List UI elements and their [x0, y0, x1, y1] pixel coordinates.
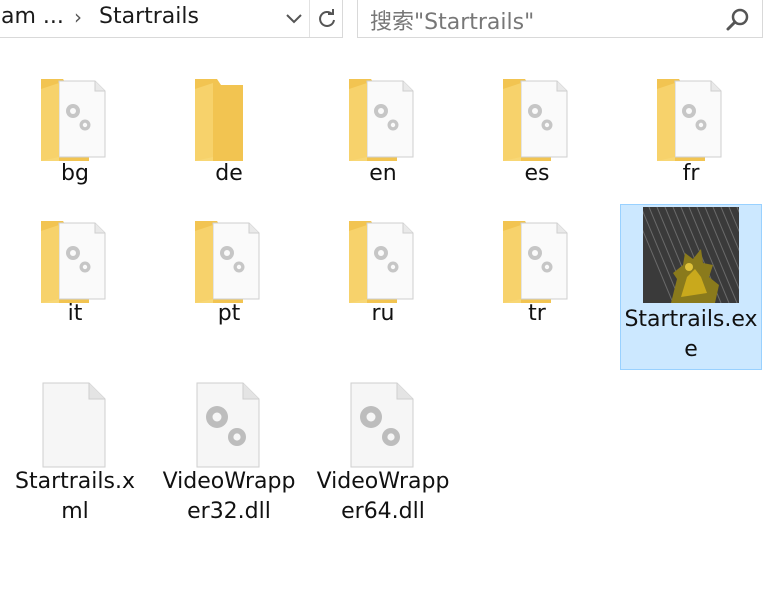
chevron-down-icon — [286, 13, 302, 23]
item-icon — [37, 215, 113, 311]
folder-icon — [195, 79, 243, 161]
item-label: tr — [528, 301, 546, 326]
item-label: en — [369, 161, 397, 186]
refresh-icon — [318, 8, 335, 27]
search-input[interactable]: 搜索"Startrails" — [357, 0, 763, 38]
grid-item[interactable]: es — [466, 68, 608, 188]
address-dropdown-button[interactable] — [280, 0, 308, 37]
breadcrumb-current[interactable]: Startrails — [99, 4, 199, 29]
folder-with-file-icon — [657, 79, 722, 161]
grid-item[interactable]: it — [4, 210, 146, 330]
item-label: pt — [217, 301, 241, 326]
startrails-app-icon — [632, 206, 774, 304]
grid-item[interactable]: VideoWrapper32.dll — [158, 374, 300, 544]
refresh-button[interactable] — [309, 0, 343, 37]
item-label: Startrails.xml — [15, 469, 135, 524]
breadcrumb-parent[interactable]: am ... — [1, 4, 64, 29]
grid-item[interactable]: de — [158, 68, 300, 188]
item-icon — [191, 215, 267, 311]
item-icon — [632, 206, 774, 307]
item-label: ru — [371, 301, 395, 326]
folder-with-file-icon — [503, 221, 568, 303]
breadcrumb-chevron-icon[interactable]: › — [74, 5, 82, 29]
item-icon — [345, 73, 421, 169]
grid-item[interactable]: Startrails.xml — [4, 374, 146, 544]
address-bar[interactable]: am ... › Startrails — [0, 0, 343, 38]
grid-item[interactable]: VideoWrapper64.dll — [312, 374, 454, 544]
item-label: fr — [682, 161, 700, 186]
folder-with-file-icon — [195, 221, 260, 303]
item-icon — [37, 379, 113, 475]
item-icon — [345, 215, 421, 311]
grid-item[interactable]: Startrails.exe — [620, 204, 774, 370]
item-label: bg — [61, 161, 89, 186]
search-icon[interactable] — [724, 6, 752, 34]
item-icon — [499, 73, 575, 169]
item-icon — [653, 73, 729, 169]
item-label: Startrails.exe — [624, 307, 758, 362]
item-label: it — [67, 301, 83, 326]
folder-with-file-icon — [503, 79, 568, 161]
folder-with-file-icon — [41, 221, 106, 303]
blank-file-icon — [42, 382, 106, 468]
folder-with-file-icon — [41, 79, 106, 161]
item-label: VideoWrapper64.dll — [316, 469, 450, 524]
dll-file-icon — [350, 382, 414, 468]
item-icon — [191, 379, 267, 475]
grid-item[interactable]: pt — [158, 210, 300, 330]
item-icon — [191, 73, 267, 169]
item-icon — [345, 379, 421, 475]
item-label: es — [524, 161, 550, 186]
grid-item[interactable]: bg — [4, 68, 146, 188]
grid-item[interactable]: fr — [620, 68, 762, 188]
grid-item[interactable]: ru — [312, 210, 454, 330]
grid-item[interactable]: tr — [466, 210, 608, 330]
folder-with-file-icon — [349, 79, 414, 161]
item-label: VideoWrapper32.dll — [162, 469, 296, 524]
dll-file-icon — [196, 382, 260, 468]
item-icon — [499, 215, 575, 311]
search-placeholder: 搜索"Startrails" — [370, 10, 535, 35]
folder-with-file-icon — [349, 221, 414, 303]
item-label: de — [215, 161, 243, 186]
grid-item[interactable]: en — [312, 68, 454, 188]
item-icon — [37, 73, 113, 169]
